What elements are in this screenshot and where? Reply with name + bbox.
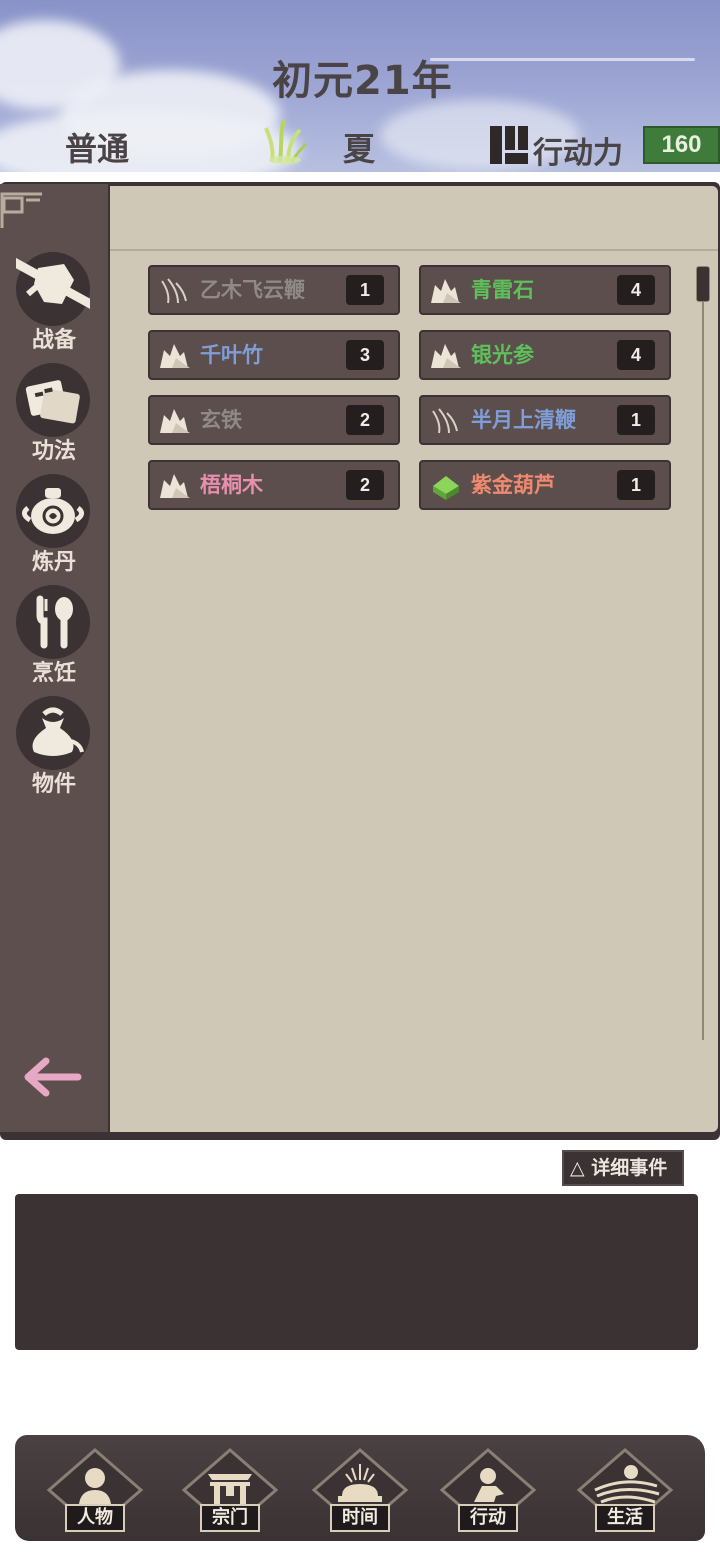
- content-header-divider: [110, 249, 718, 251]
- back-arrow-icon[interactable]: [22, 1055, 82, 1100]
- item-count: 4: [617, 275, 655, 305]
- item-name: 半月上清鞭: [471, 408, 576, 432]
- sidebar-item-label: 烹饪: [31, 661, 76, 686]
- inventory-item[interactable]: 银光参 4: [419, 330, 671, 380]
- inventory-item[interactable]: 千叶竹 3: [148, 330, 400, 380]
- scroll-book-icon: [16, 363, 90, 437]
- item-count: 1: [617, 405, 655, 435]
- nav-label: 宗门: [200, 1504, 260, 1532]
- sidebar-item-alchemy[interactable]: 炼丹: [0, 474, 108, 584]
- sword-shield-icon: [16, 252, 90, 326]
- item-name: 玄铁: [200, 408, 242, 432]
- inventory-content: [110, 186, 718, 1132]
- item-name: 紫金葫芦: [471, 473, 555, 497]
- nav-sect-button[interactable]: 宗门: [180, 1446, 280, 1536]
- sidebar-item-objects[interactable]: 物件: [0, 696, 108, 806]
- item-pouch-icon: [16, 696, 90, 770]
- whip-icon: [161, 278, 187, 304]
- title-divider: [430, 58, 695, 61]
- season-label: 夏: [343, 130, 376, 168]
- inventory-item[interactable]: 梧桐木 2: [148, 460, 400, 510]
- ore-icon: [431, 344, 461, 368]
- alchemy-cauldron-icon: [16, 474, 90, 548]
- item-name: 银光参: [471, 343, 534, 367]
- inventory-item[interactable]: 玄铁 2: [148, 395, 400, 445]
- inventory-item[interactable]: 紫金葫芦 1: [419, 460, 671, 510]
- nav-label: 时间: [330, 1504, 390, 1532]
- ore-icon: [431, 279, 461, 303]
- ore-icon: [160, 474, 190, 498]
- nav-character-button[interactable]: 人物: [45, 1446, 145, 1536]
- item-name: 乙木飞云鞭: [200, 278, 305, 302]
- sidebar-item-label: 炼丹: [31, 550, 76, 575]
- event-log: [15, 1194, 698, 1350]
- action-points-value: 160: [643, 126, 720, 164]
- nav-label: 生活: [595, 1504, 655, 1532]
- nav-action-button[interactable]: 行动: [438, 1446, 538, 1536]
- nav-label: 人物: [65, 1504, 125, 1532]
- inventory-item[interactable]: 青雷石 4: [419, 265, 671, 315]
- action-points-icon: [490, 126, 528, 164]
- difficulty-label: 普通: [65, 130, 130, 168]
- item-count: 1: [617, 470, 655, 500]
- item-name: 梧桐木: [200, 473, 263, 497]
- nav-time-button[interactable]: 时间: [310, 1446, 410, 1536]
- item-count: 2: [346, 470, 384, 500]
- year-title: 初元21年: [272, 58, 453, 104]
- item-count: 1: [346, 275, 384, 305]
- ore-icon: [160, 344, 190, 368]
- item-name: 千叶竹: [200, 343, 263, 367]
- nav-label: 行动: [458, 1504, 518, 1532]
- scrollbar-thumb[interactable]: [696, 266, 710, 302]
- sidebar-item-label: 战备: [31, 328, 76, 353]
- whip-icon: [432, 408, 458, 434]
- corner-ornament: [0, 192, 42, 228]
- sidebar-item-label: 物件: [31, 772, 76, 797]
- top-header: 初元21年 普通 夏 行动力 160: [0, 0, 720, 172]
- inventory-item[interactable]: 乙木飞云鞭 1: [148, 265, 400, 315]
- gourd-artifact-icon: [433, 476, 459, 500]
- bamboo-grass-icon: [264, 119, 308, 164]
- item-count: 4: [617, 340, 655, 370]
- inventory-item[interactable]: 半月上清鞭 1: [419, 395, 671, 445]
- item-count: 2: [346, 405, 384, 435]
- scrollbar-track[interactable]: [702, 268, 704, 1040]
- item-name: 青雷石: [471, 278, 534, 302]
- sidebar-item-techniques[interactable]: 功法: [0, 363, 108, 473]
- action-points-label: 行动力: [533, 136, 623, 171]
- ore-icon: [160, 409, 190, 433]
- sidebar-item-label: 功法: [31, 439, 76, 464]
- sidebar-item-equipment[interactable]: 战备: [0, 252, 108, 362]
- item-count: 3: [346, 340, 384, 370]
- detail-events-button[interactable]: △ 详细事件: [562, 1150, 684, 1186]
- cooking-utensils-icon: [16, 585, 90, 659]
- sidebar-item-cooking[interactable]: 烹饪: [0, 585, 108, 695]
- nav-life-button[interactable]: 生活: [575, 1446, 675, 1536]
